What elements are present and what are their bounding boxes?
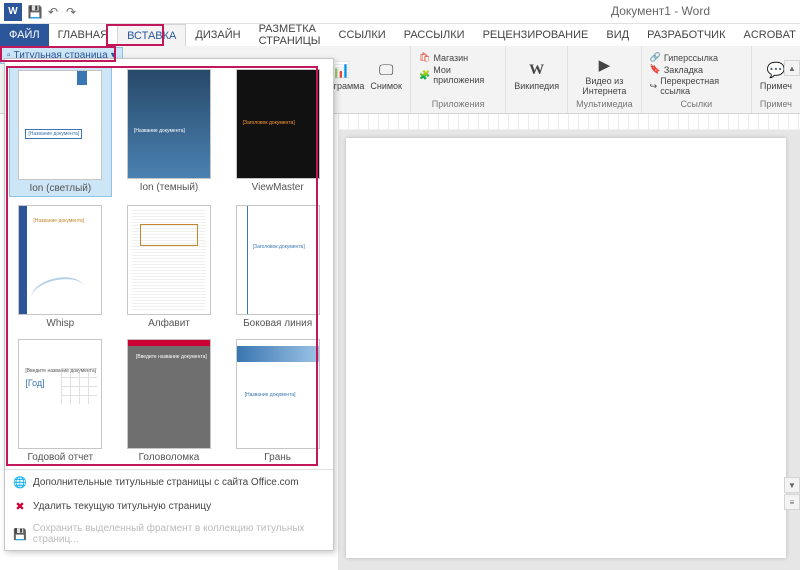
apps-group-label: Приложения (432, 99, 485, 111)
gallery-item-facet[interactable]: [Название документа] Грань (226, 337, 329, 465)
apps-icon: 🧩 (419, 70, 430, 81)
save-selection-icon: 💾 (13, 527, 27, 541)
store-icon: 🛍 (419, 52, 430, 63)
office-icon: 🌐 (13, 475, 27, 489)
thumb-label: ViewMaster (252, 182, 304, 193)
scroll-up-button[interactable]: ▲ (784, 60, 800, 76)
thumb-text: [Название документа] (33, 218, 84, 224)
hyperlink-label: Гиперссылка (664, 53, 718, 63)
scroll-more-button[interactable]: ≡ (784, 494, 800, 510)
crossref-label: Перекрестная ссылка (660, 76, 743, 96)
tab-insert[interactable]: ВСТАВКА (117, 24, 186, 46)
bookmark-icon: 🔖 (650, 64, 661, 75)
gallery-item-annual-report[interactable]: [Введите название документа][Год] Годово… (9, 337, 112, 465)
thumb-label: Ion (темный) (140, 182, 199, 193)
thumb-text: [Название документа] (134, 128, 185, 134)
tab-view[interactable]: ВИД (597, 24, 638, 46)
store-label: Магазин (433, 53, 468, 63)
page[interactable] (346, 138, 786, 558)
thumb-label: Годовой отчет (28, 452, 94, 463)
thumb-label: Whisp (46, 318, 74, 329)
thumb-label: Головоломка (139, 452, 200, 463)
document-title: Документ1 - Word (10, 4, 790, 18)
ribbon-group-media: ▶Видео из Интернета Мультимедиа (568, 46, 642, 113)
gallery-item-ion-light[interactable]: [Название документа] Ion (светлый) (9, 67, 112, 197)
more-cover-pages[interactable]: 🌐 Дополнительные титульные страницы с сай… (5, 470, 333, 494)
ribbon-group-links: 🔗Гиперссылка 🔖Закладка ↪Перекрестная ссы… (642, 46, 752, 113)
screenshot-icon: 🖵 (376, 60, 396, 80)
media-group-label: Мультимедиа (576, 99, 633, 111)
tab-home[interactable]: ГЛАВНАЯ (49, 24, 117, 46)
ribbon-tabs: ФАЙЛ ГЛАВНАЯ ВСТАВКА ДИЗАЙН РАЗМЕТКА СТР… (0, 24, 800, 46)
scroll-down-button[interactable]: ▼ (784, 477, 800, 493)
gallery-scrollbar: ▲ ▼ ≡ (784, 60, 800, 510)
video-label: Видео из Интернета (576, 76, 632, 96)
horizontal-ruler (338, 114, 800, 130)
screenshot-label: Снимок (370, 81, 402, 91)
wikipedia-button[interactable]: WВикипедия (514, 60, 559, 91)
group-label (359, 99, 362, 111)
myapps-button[interactable]: 🧩Мои приложения (419, 65, 497, 85)
gallery-item-viewmaster[interactable]: [Заголовок документа] ViewMaster (226, 67, 329, 197)
tab-layout[interactable]: РАЗМЕТКА СТРАНИЦЫ (250, 24, 330, 46)
online-video-button[interactable]: ▶Видео из Интернета (576, 55, 632, 96)
video-icon: ▶ (594, 55, 614, 75)
tab-references[interactable]: ССЫЛКИ (330, 24, 395, 46)
tab-acrobat[interactable]: ACROBAT (735, 24, 800, 46)
wikipedia-label: Википедия (514, 81, 559, 91)
thumb-label: Алфавит (148, 318, 190, 329)
thumb-text: [Введите название документа] (136, 354, 207, 361)
store-button[interactable]: 🛍Магазин (419, 52, 468, 63)
gallery-item-whisp[interactable]: [Название документа] Whisp (9, 203, 112, 331)
thumb-label: Грань (264, 452, 291, 463)
tab-file[interactable]: ФАЙЛ (0, 24, 49, 46)
group-label (535, 99, 538, 111)
gallery-item-alphabet[interactable]: Алфавит (118, 203, 221, 331)
crossref-icon: ↪ (650, 81, 658, 92)
tab-developer[interactable]: РАЗРАБОТЧИК (638, 24, 734, 46)
gallery-item-sideline[interactable]: [Заголовок документа] Боковая линия (226, 203, 329, 331)
document-area (338, 130, 800, 570)
thumb-text: [Заголовок документа] (243, 120, 295, 126)
cover-page-gallery: [Название документа] Ion (светлый) [Назв… (4, 58, 334, 551)
crossref-button[interactable]: ↪Перекрестная ссылка (650, 76, 743, 96)
menu-label: Дополнительные титульные страницы с сайт… (33, 477, 299, 488)
save-selection-to-gallery: 💾 Сохранить выделенный фрагмент в коллекц… (5, 518, 333, 550)
thumb-label: Ion (светлый) (29, 183, 91, 194)
menu-label: Удалить текущую титульную страницу (33, 501, 211, 512)
gallery-item-puzzle[interactable]: [Введите название документа] Головоломка (118, 337, 221, 465)
menu-label: Сохранить выделенный фрагмент в коллекци… (33, 523, 325, 545)
wikipedia-icon: W (527, 60, 547, 80)
delete-icon: ✖ (13, 499, 27, 513)
bookmark-button[interactable]: 🔖Закладка (650, 64, 703, 75)
myapps-label: Мои приложения (433, 65, 497, 85)
tab-review[interactable]: РЕЦЕНЗИРОВАНИЕ (474, 24, 598, 46)
thumb-text: [Год] (25, 378, 44, 388)
tab-mailings[interactable]: РАССЫЛКИ (395, 24, 474, 46)
screenshot-button[interactable]: 🖵Снимок (370, 60, 402, 91)
remove-cover-page[interactable]: ✖ Удалить текущую титульную страницу (5, 494, 333, 518)
ribbon-group-apps: 🛍Магазин 🧩Мои приложения Приложения (411, 46, 506, 113)
link-icon: 🔗 (650, 52, 661, 63)
hyperlink-button[interactable]: 🔗Гиперссылка (650, 52, 718, 63)
thumb-text: [Название документа] (25, 129, 82, 139)
bookmark-label: Закладка (664, 65, 703, 75)
thumb-text: [Заголовок документа] (253, 244, 305, 250)
comment-icon: 💬 (766, 60, 786, 80)
tab-design[interactable]: ДИЗАЙН (186, 24, 249, 46)
links-group-label: Ссылки (680, 99, 712, 111)
gallery-item-ion-dark[interactable]: [Название документа] Ion (темный) (118, 67, 221, 197)
thumb-label: Боковая линия (243, 318, 312, 329)
ribbon-group-wikipedia: WВикипедия (506, 46, 568, 113)
thumb-text: [Название документа] (245, 392, 296, 398)
